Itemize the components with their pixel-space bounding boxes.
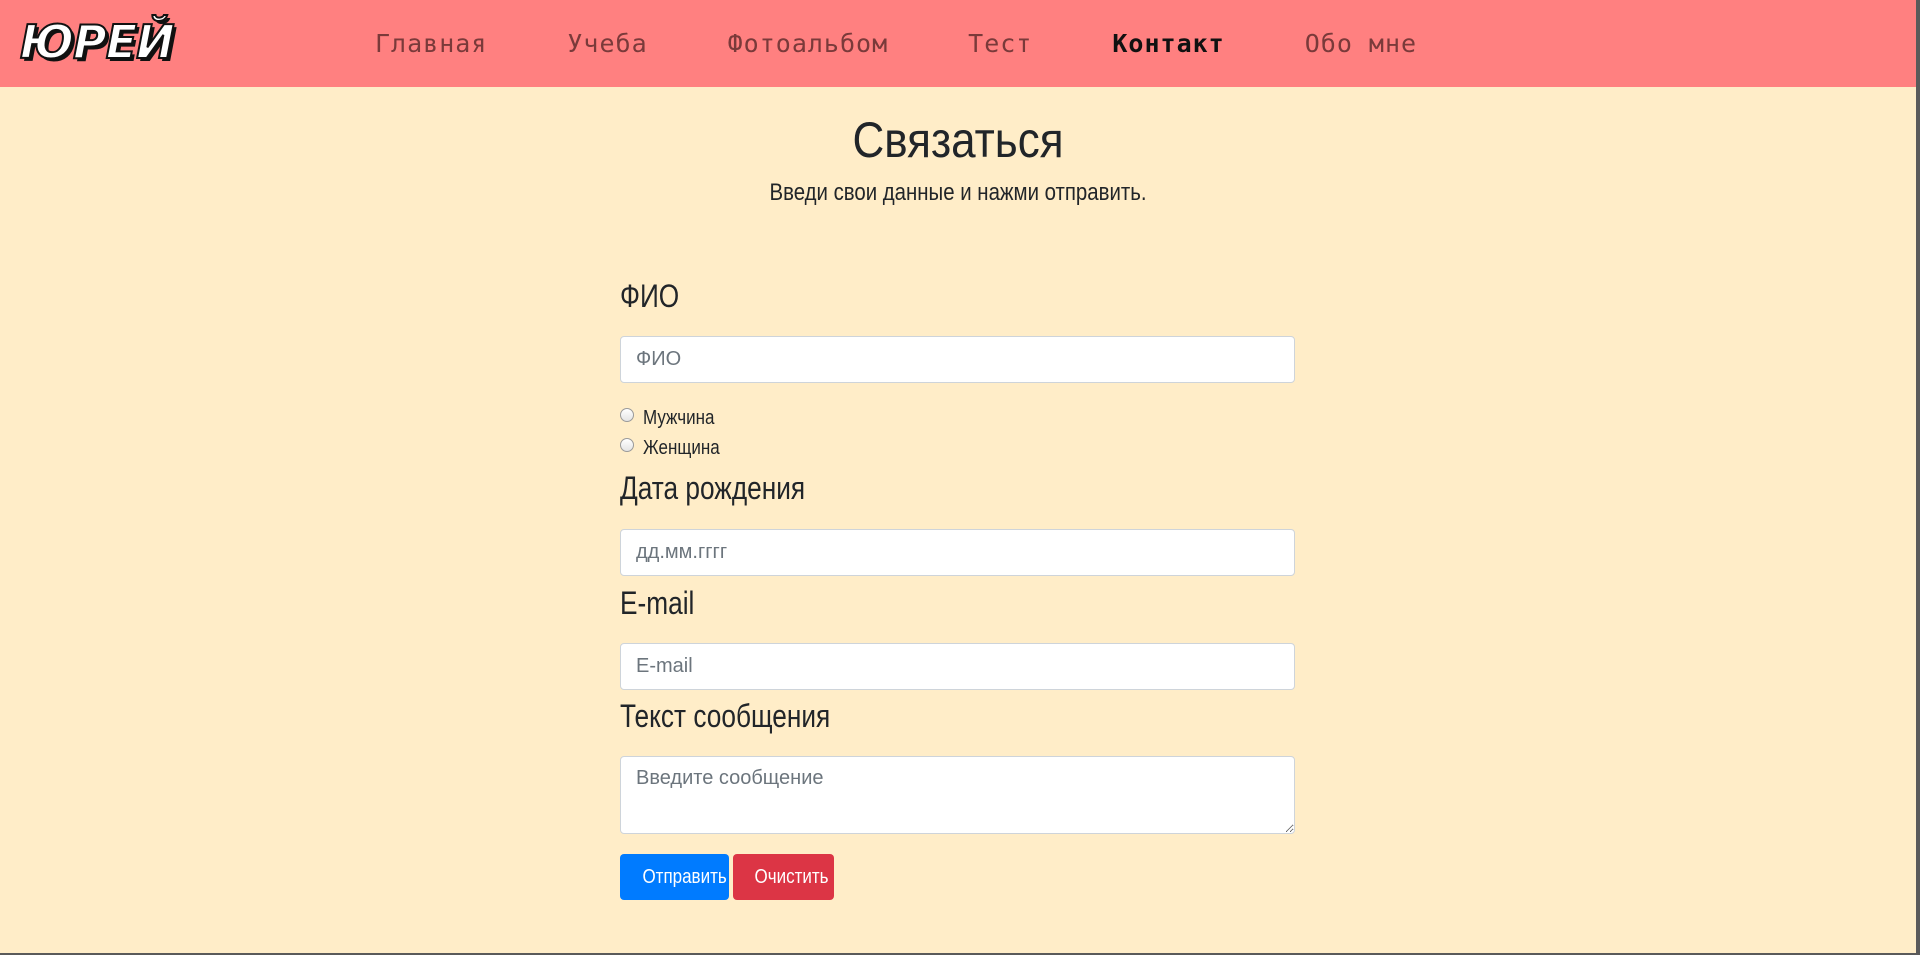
email-input[interactable] [620,643,1295,690]
reset-button[interactable]: Очистить [733,854,834,900]
name-input[interactable] [620,336,1295,383]
page-subtitle: Введи свои данные и нажми отправить. [769,179,1147,206]
birthdate-input[interactable] [620,529,1295,576]
page-title: Связаться [852,112,1064,168]
submit-button[interactable]: Отправить [620,854,729,900]
birthdate-label: Дата рождения [620,470,806,506]
window-edge [1916,0,1920,955]
nav-links: Главная Учеба Фотоальбом Тест Контакт Об… [375,26,1497,60]
navbar: ЮРЕЙ Главная Учеба Фотоальбом Тест Конта… [0,0,1916,87]
gender-option-female[interactable]: Женщина [620,434,733,462]
nav-link-photo-album[interactable]: Фотоальбом [728,29,889,58]
radio-female-label: Женщина [643,436,720,459]
nav-link-contact[interactable]: Контакт [1112,29,1224,58]
site-logo[interactable]: ЮРЕЙ [19,12,176,72]
nav-link-about[interactable]: Обо мне [1305,29,1417,58]
email-label: E-mail [620,585,695,621]
radio-male[interactable] [620,408,634,422]
nav-link-home[interactable]: Главная [375,29,487,58]
nav-link-study[interactable]: Учеба [567,29,647,58]
submit-button-label: Отправить [642,865,727,888]
radio-female[interactable] [620,438,634,452]
gender-option-male[interactable]: Мужчина [620,404,727,432]
radio-male-label: Мужчина [643,406,715,429]
page: ЮРЕЙ Главная Учеба Фотоальбом Тест Конта… [0,0,1920,955]
nav-link-test[interactable]: Тест [968,29,1032,58]
reset-button-label: Очистить [754,865,829,888]
message-textarea[interactable] [620,756,1295,834]
name-label: ФИО [620,278,680,314]
message-label: Текст сообщения [620,698,831,734]
